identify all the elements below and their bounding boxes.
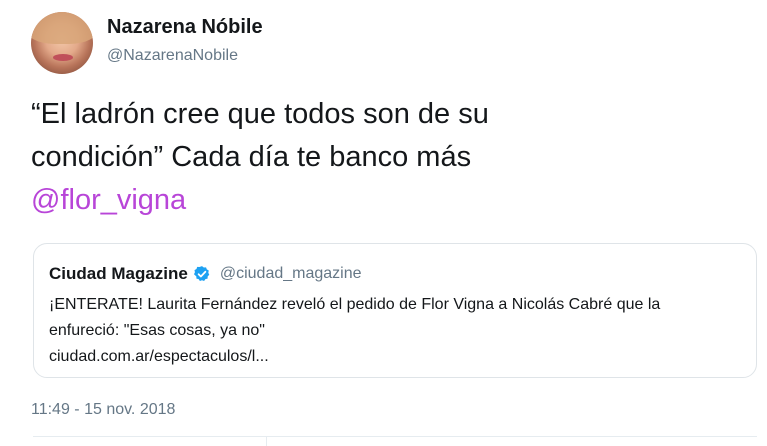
verified-badge-icon xyxy=(193,265,211,283)
divider xyxy=(266,436,267,446)
quoted-author-handle: @ciudad_magazine xyxy=(219,265,362,282)
divider xyxy=(33,436,757,437)
quoted-text-line: ¡ENTERATE! Laurita Fernández reveló el p… xyxy=(49,296,661,313)
tweet-timestamp[interactable]: 11:49 - 15 nov. 2018 xyxy=(31,401,175,419)
author-name[interactable]: Nazarena Nóbile xyxy=(107,16,263,39)
tweet-text: “El ladrón cree que todos son de su cond… xyxy=(31,93,731,222)
author-handle[interactable]: @NazarenaNobile xyxy=(107,47,238,65)
quoted-author-name: Ciudad Magazine xyxy=(49,264,188,283)
avatar[interactable] xyxy=(31,12,93,74)
quoted-link[interactable]: ciudad.com.ar/espectaculos/l... xyxy=(49,344,749,370)
avatar-lips xyxy=(53,54,73,61)
quoted-tweet-card[interactable]: Ciudad Magazine @ciudad_magazine ¡ENTERA… xyxy=(33,243,757,378)
quoted-tweet-header: Ciudad Magazine @ciudad_magazine xyxy=(49,264,362,284)
quoted-text-line: enfureció: "Esas cosas, ya no" xyxy=(49,322,265,339)
tweet: Nazarena Nóbile @NazarenaNobile “El ladr… xyxy=(0,0,767,446)
quoted-tweet-text: ¡ENTERATE! Laurita Fernández reveló el p… xyxy=(49,292,749,370)
avatar-hair xyxy=(31,12,93,44)
mention-link[interactable]: @flor_vigna xyxy=(31,179,731,222)
tweet-text-line: “El ladrón cree que todos son de su xyxy=(31,98,489,130)
tweet-text-line: condición” Cada día te banco más xyxy=(31,141,472,173)
